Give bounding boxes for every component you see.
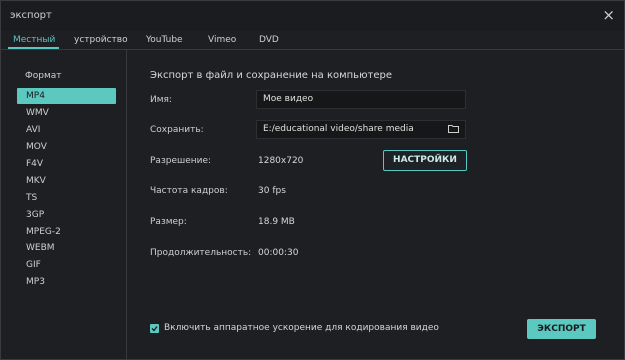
duration-label: Продолжительность: [150,248,252,258]
export-dialog: экспорт × Местный устройство YouTube Vim… [0,0,625,360]
format-item-mp4[interactable]: MP4 [17,88,116,104]
tab-bar: Местный устройство YouTube Vimeo DVD [1,31,624,50]
format-item-mov[interactable]: MOV [17,139,116,155]
folder-icon[interactable] [448,124,459,133]
hw-accel-label[interactable]: Включить аппаратное ускорение для кодиро… [164,323,439,333]
checkmark-icon [151,326,158,332]
resolution-value: 1280x720 [258,156,304,166]
tab-vimeo[interactable]: Vimeo [208,35,236,45]
close-icon[interactable]: × [602,6,615,24]
panel-heading: Экспорт в файл и сохранение на компьютер… [150,70,392,81]
format-item-wmv[interactable]: WMV [17,105,116,121]
resolution-label: Разрешение: [150,156,212,166]
size-label: Размер: [150,217,187,227]
name-input[interactable]: Мое видео [256,90,466,109]
export-settings-panel: Экспорт в файл и сохранение на компьютер… [127,50,624,359]
framerate-value: 30 fps [258,186,286,196]
format-item-gif[interactable]: GIF [17,257,116,273]
tab-youtube[interactable]: YouTube [146,35,183,45]
name-label: Имя: [150,95,172,105]
title-bar: экспорт × [1,1,624,31]
duration-value: 00:00:30 [258,248,299,258]
format-item-3gp[interactable]: 3GP [17,207,116,223]
save-path-value: E:/educational video/share media [263,124,414,134]
format-item-mkv[interactable]: MKV [17,173,116,189]
save-label: Сохранить: [150,125,204,135]
format-item-mpeg2[interactable]: MPEG-2 [17,224,116,240]
size-value: 18.9 MB [258,217,295,227]
framerate-label: Частота кадров: [150,186,228,196]
format-item-ts[interactable]: TS [17,190,116,206]
export-button[interactable]: ЭКСПОРТ [527,319,596,339]
tab-device[interactable]: устройство [74,35,128,45]
settings-button[interactable]: НАСТРОЙКИ [383,150,467,171]
format-item-webm[interactable]: WEBM [17,240,116,256]
tab-local[interactable]: Местный [13,35,55,45]
window-title: экспорт [10,10,52,21]
format-item-avi[interactable]: AVI [17,122,116,138]
save-path-input[interactable]: E:/educational video/share media [256,120,466,139]
active-tab-indicator [8,47,59,49]
format-sidebar: Формат MP4 WMV AVI MOV F4V MKV TS 3GP MP… [1,50,127,359]
format-item-f4v[interactable]: F4V [17,156,116,172]
format-header: Формат [25,71,62,81]
hw-accel-checkbox[interactable] [150,324,159,333]
format-item-mp3[interactable]: MP3 [17,274,116,290]
tab-dvd[interactable]: DVD [259,35,279,45]
